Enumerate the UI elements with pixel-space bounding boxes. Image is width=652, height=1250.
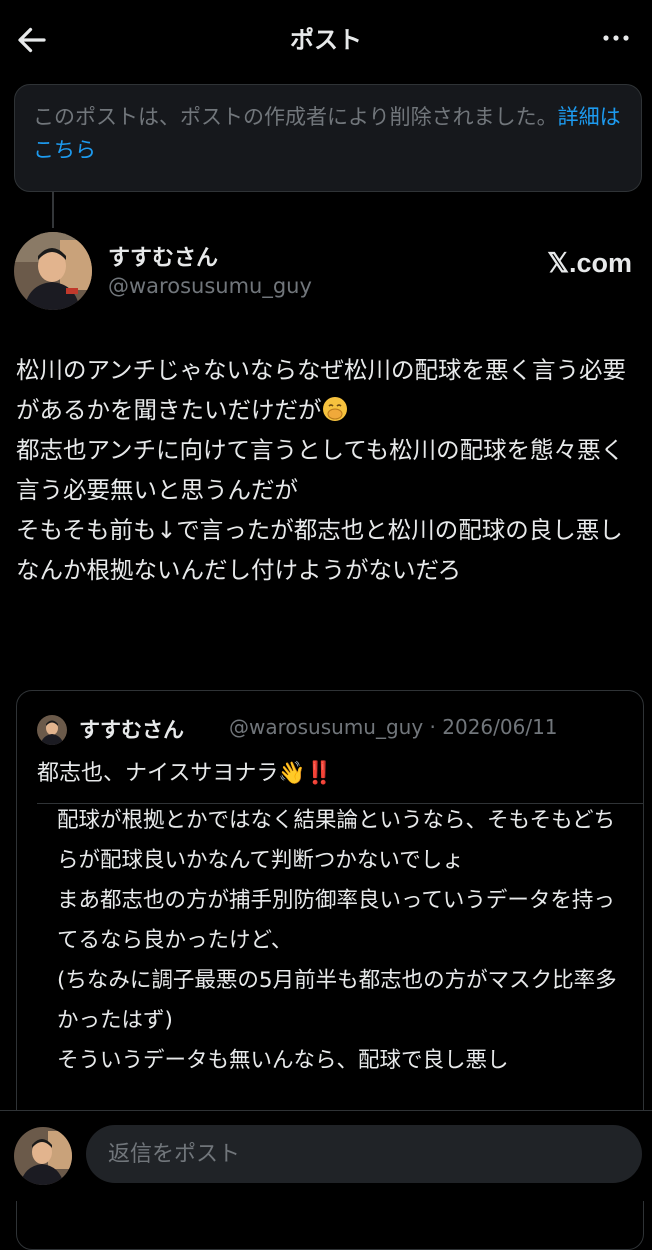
quoted-author-name: すすむさん [79, 718, 184, 742]
quoted-avatar [37, 715, 67, 745]
reply-input[interactable] [86, 1125, 642, 1183]
face-with-hand-over-mouth-icon [322, 397, 347, 421]
avatar[interactable] [14, 232, 92, 310]
reply-bar [0, 1110, 652, 1201]
quoted-post-body: 配球が根拠とかではなく結果論というなら、そもそもどちらが配球良いかなんて判断つか… [57, 808, 617, 1073]
author-handle[interactable]: @warosusumu_guy [108, 274, 312, 298]
current-user-avatar [14, 1127, 72, 1185]
top-app-bar: ポスト [0, 0, 652, 76]
post-text-part-2: 都志也アンチに向けて言うとしても松川の配球を態々悪く言う必要無いと思うんだが そ… [16, 436, 625, 584]
author-name[interactable]: すすむさん [108, 240, 218, 272]
more-horizontal-icon[interactable] [598, 24, 634, 52]
deleted-notice-text: このポストは、ポストの作成者により削除されました。 [33, 105, 558, 129]
quoted-handle-date: @warosusumu_guy · 2026/06/11 [229, 715, 558, 739]
page-title: ポスト [290, 26, 362, 54]
source-badge: 𝕏.com [547, 248, 632, 278]
post-author: すすむさん @warosusumu_guy 𝕏.com [14, 230, 638, 310]
thread-connector-line [52, 192, 54, 228]
post-text: 松川のアンチじゃないならなぜ松川の配球を悪く言う必要があるかを聞きたいだけだが … [16, 350, 646, 590]
quoted-post-header: すすむさん @warosusumu_guy · 2026/06/11 [37, 715, 637, 745]
quoted-post-text: 都志也、ナイスサヨナラ👋‼️ [37, 761, 334, 786]
deleted-post-notice: このポストは、ポストの作成者により削除されました。詳細はこちら [14, 84, 642, 192]
